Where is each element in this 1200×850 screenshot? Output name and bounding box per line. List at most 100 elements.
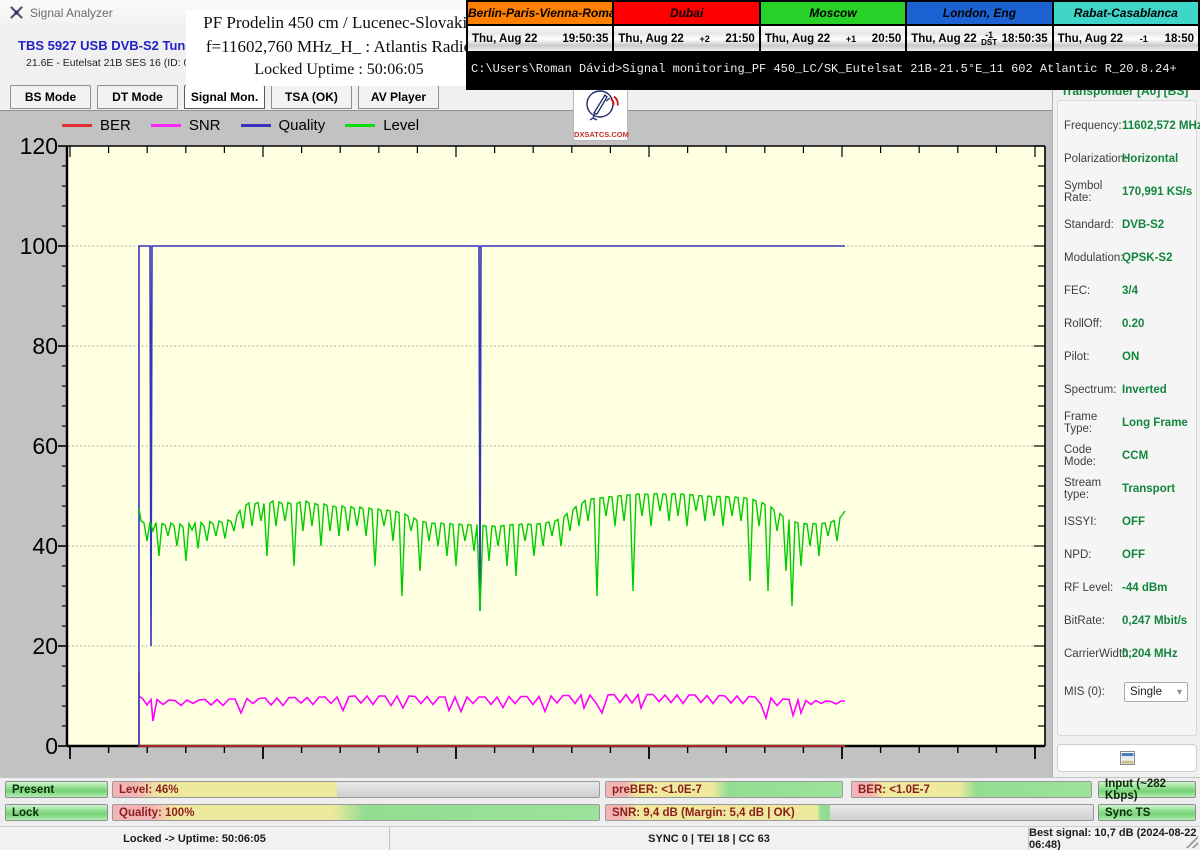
legend-label: Quality: [279, 117, 326, 134]
sidebar-row-spectrum: Spectrum:Inverted: [1058, 373, 1196, 406]
sidebar-row-frequency: Frequency:11602,572 MHz: [1058, 109, 1196, 142]
meter-label: SNR: 9,4 dB (Margin: 5,4 dB | OK): [612, 805, 795, 820]
sidebar-label: Symbol Rate:: [1064, 180, 1122, 204]
sidebar-row-carrierwidth: CarrierWidth:0,204 MHz: [1058, 637, 1196, 670]
legend-item-level: Level: [345, 117, 419, 134]
y-tick-label: 0: [0, 732, 58, 760]
sidebar-label: Standard:: [1064, 219, 1122, 231]
sidebar-value: Transport: [1122, 483, 1175, 495]
tab-av-player[interactable]: AV Player: [358, 85, 439, 109]
sidebar-value: DVB-S2: [1122, 219, 1164, 231]
y-tick-label: 120: [0, 132, 58, 160]
sidebar-label: Frequency:: [1064, 120, 1122, 132]
sidebar-value: Horizontal: [1122, 153, 1178, 165]
clock-time-row: Thu, Aug 22+221:50: [614, 26, 758, 51]
sidebar-row-frame-type: Frame Type:Long Frame: [1058, 406, 1196, 439]
legend-line-swatch: [345, 124, 375, 127]
meter-label: Level: 46%: [119, 782, 178, 797]
chevron-down-icon: ▾: [1177, 687, 1182, 698]
mis-selected-value: Single: [1130, 686, 1162, 698]
sidebar-value: CCM: [1122, 450, 1148, 462]
tab-tsa-ok[interactable]: TSA (OK): [271, 85, 352, 109]
legend-label: SNR: [189, 117, 221, 134]
app-icon: [9, 5, 24, 20]
y-tick-label: 80: [0, 332, 58, 360]
sidebar-label: Polarization:: [1064, 153, 1122, 165]
statusbar: Locked -> Uptime: 50:06:05 SYNC 0 | TEI …: [0, 826, 1200, 850]
site-line: PF Prodelin 450 cm / Lucenec-Slovakia: [186, 10, 492, 35]
console-line: C:\Users\Roman Dávid>Signal monitoring_P…: [471, 62, 1197, 76]
meter-level: Level: 46%: [112, 781, 600, 798]
sidebar-value: OFF: [1122, 516, 1145, 528]
clock-city-label: Moscow: [761, 2, 905, 24]
mode-tabs: BS ModeDT ModeSignal Mon.TSA (OK)AV Play…: [10, 85, 439, 109]
legend-label: BER: [100, 117, 131, 134]
clock-city-label: Berlin-Paris-Vienna-Roma: [468, 2, 612, 24]
clock-time-row: Thu, Aug 22+120:50: [761, 26, 905, 51]
clock-time: 20:50: [872, 33, 905, 45]
sidebar-row-rf-level: RF Level:-44 dBm: [1058, 571, 1196, 604]
sidebar-row-symbol-rate: Symbol Rate:170,991 KS/s: [1058, 175, 1196, 208]
sidebar-value: 3/4: [1122, 285, 1138, 297]
sidebar-label: Modulation:: [1064, 252, 1122, 264]
sidebar-value: ON: [1122, 351, 1139, 363]
meter-preber: preBER: <1.0E-7: [605, 781, 843, 798]
clock-moscow: MoscowThu, Aug 22+120:50: [761, 2, 905, 51]
clock-time-row: Thu, Aug 2219:50:35: [468, 26, 612, 51]
clock-time-row: Thu, Aug 22-1DST18:50:35: [907, 26, 1051, 51]
clock-time: 18:50:35: [1002, 33, 1052, 45]
clock-date: Thu, Aug 22: [614, 33, 683, 45]
sidebar-label: FEC:: [1064, 285, 1122, 297]
resize-grip[interactable]: [1186, 836, 1198, 848]
clock-utc-offset: +1: [830, 35, 872, 43]
tab-dt-mode[interactable]: DT Mode: [97, 85, 178, 109]
best-signal-status: Best signal: 10,7 dB (2024-08-22 06:48): [1029, 827, 1200, 850]
sidebar-label: ISSYI:: [1064, 516, 1122, 528]
legend-line-swatch: [151, 124, 181, 127]
sidebar-label: RollOff:: [1064, 318, 1122, 330]
sidebar-value: 0.20: [1122, 318, 1144, 330]
sidebar-row-rolloff: RollOff:0.20: [1058, 307, 1196, 340]
clock-time: 18:50: [1165, 33, 1198, 45]
chart-region: 020406080100120 BERSNRQualityLevel: [0, 110, 1052, 777]
sidebar-value: OFF: [1122, 549, 1145, 561]
satellite-dish-icon: [581, 87, 621, 127]
clock-london-eng: London, EngThu, Aug 22-1DST18:50:35: [907, 2, 1051, 51]
y-axis-labels: 020406080100120: [0, 111, 60, 778]
meter-snr: SNR: 9,4 dB (Margin: 5,4 dB | OK): [605, 804, 1094, 821]
dxsatcs-logo: DXSATCS.COM: [573, 86, 628, 141]
sidebar-row-bitrate: BitRate:0,247 Mbit/s: [1058, 604, 1196, 637]
mis-row: MIS (0): Single ▾: [1058, 682, 1196, 702]
legend-item-snr: SNR: [151, 117, 221, 134]
disk-stack-icon: [1120, 749, 1135, 767]
clock-city-label: Dubai: [614, 2, 758, 24]
sidebar-value: 0,204 MHz: [1122, 648, 1178, 660]
tab-bs-mode[interactable]: BS Mode: [10, 85, 91, 109]
y-tick-label: 40: [0, 532, 58, 560]
sidebar-label: NPD:: [1064, 549, 1122, 561]
status-badge-present: Present: [5, 781, 108, 798]
uptime-line: Locked Uptime : 50:06:05: [186, 59, 492, 81]
sidebar-label: Code Mode:: [1064, 444, 1122, 468]
sidebar-row-code-mode: Code Mode:CCM: [1058, 439, 1196, 472]
sidebar-row-polarization: Polarization:Horizontal: [1058, 142, 1196, 175]
frequency-line: f=11602,760 MHz_H_ : Atlantis Radio: [186, 35, 492, 59]
clock-utc-offset: -1: [1123, 35, 1165, 43]
clock-date: Thu, Aug 22: [468, 33, 537, 45]
legend-item-quality: Quality: [241, 117, 326, 134]
clock-time: 21:50: [725, 33, 758, 45]
sidebar-row-fec: FEC:3/4: [1058, 274, 1196, 307]
y-tick-label: 60: [0, 432, 58, 460]
clock-rabat-casablanca: Rabat-CasablancaThu, Aug 22-118:50: [1054, 2, 1198, 51]
sidebar-row-modulation: Modulation:QPSK-S2: [1058, 241, 1196, 274]
y-tick-label: 100: [0, 232, 58, 260]
sidebar-value: Inverted: [1122, 384, 1167, 396]
meter-label: preBER: <1.0E-7: [612, 782, 702, 797]
capture-button[interactable]: [1057, 744, 1197, 772]
mis-dropdown[interactable]: Single ▾: [1124, 682, 1188, 702]
tab-signal-mon[interactable]: Signal Mon.: [184, 85, 265, 109]
clock-berlin-paris-vienna-roma: Berlin-Paris-Vienna-RomaThu, Aug 2219:50…: [468, 2, 612, 51]
clock-utc-offset: +2: [684, 35, 726, 43]
tuner-name: TBS 5927 USB DVB-S2 Tuner: [18, 38, 198, 53]
sidebar-row-stream-type: Stream type:Transport: [1058, 472, 1196, 505]
